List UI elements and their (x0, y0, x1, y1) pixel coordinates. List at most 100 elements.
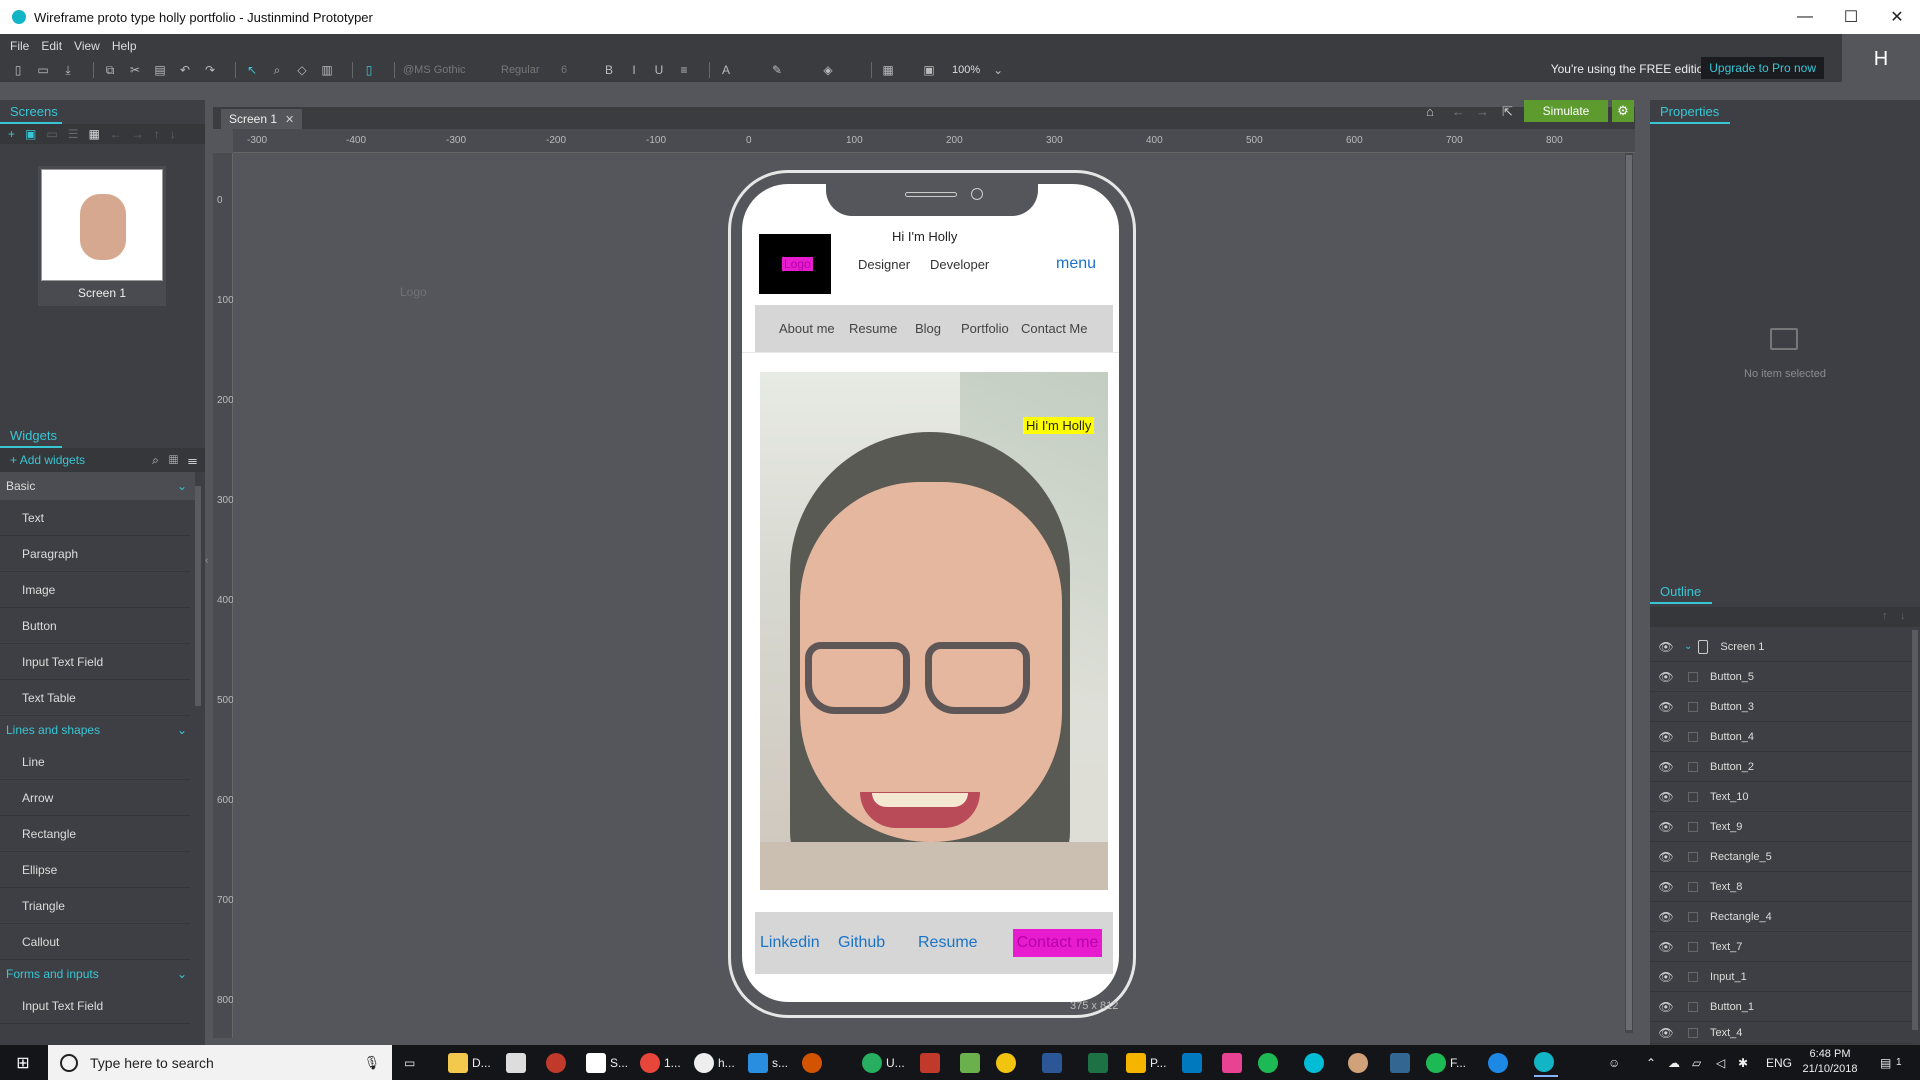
widget-view-icons[interactable]: ⌕ ▦ ☰ (152, 453, 197, 468)
fill-icon[interactable]: ◈ (820, 62, 836, 78)
widget-input-text-field[interactable]: Input Text Field (0, 988, 190, 1024)
bluetooth-icon[interactable]: ✱ (1738, 1045, 1748, 1080)
arrow-left-icon[interactable]: ← (110, 127, 122, 141)
taskbar-app-excel[interactable] (1088, 1049, 1112, 1077)
eye-icon[interactable]: 👁 (1650, 820, 1682, 834)
menu-link[interactable]: menu (1056, 255, 1096, 273)
align-icon[interactable]: ≡ (676, 62, 692, 78)
pointer-icon[interactable]: ↖ (244, 62, 260, 78)
eye-icon[interactable]: 👁 (1650, 910, 1682, 924)
taskbar-app-github[interactable]: h... (694, 1049, 735, 1077)
widget-text-table[interactable]: Text Table (0, 680, 190, 716)
taskbar-app-spotify[interactable] (1258, 1049, 1282, 1077)
back-icon[interactable]: ← (1452, 104, 1465, 119)
maximize-button[interactable]: ☐ (1828, 0, 1874, 34)
footer-github-link[interactable]: Github (838, 934, 885, 952)
category-basic[interactable]: Basic ⌄ (0, 472, 195, 500)
taskbar-app-avatar[interactable] (1348, 1049, 1372, 1077)
onedrive-icon[interactable]: ☁ (1668, 1045, 1680, 1080)
home-icon[interactable]: ⌂ (1426, 104, 1434, 119)
widget-text[interactable]: Text (0, 500, 190, 536)
taskbar-app-mail[interactable] (506, 1049, 530, 1077)
eye-icon[interactable]: 👁 (1650, 1000, 1682, 1014)
nav-blog[interactable]: Blog (915, 321, 941, 336)
minimize-button[interactable]: — (1782, 0, 1828, 34)
taskbar-app-postgres[interactable] (1390, 1049, 1414, 1077)
eraser-icon[interactable]: ◇ (294, 62, 310, 78)
canvas-logo-label[interactable]: Logo (400, 285, 427, 299)
taskbar-app-slack[interactable]: S... (586, 1049, 628, 1077)
taskbar-app-yellow[interactable] (996, 1049, 1020, 1077)
arrow-right-icon[interactable]: → (132, 127, 144, 141)
outline-row[interactable]: 👁 Button_5 (1650, 662, 1912, 692)
lock-checkbox[interactable] (1688, 971, 1698, 982)
font-color-icon[interactable]: A (718, 62, 734, 78)
menu-help[interactable]: Help (112, 39, 137, 53)
widget-line[interactable]: Line (0, 744, 190, 780)
format-painter-icon[interactable]: ▥ (319, 62, 335, 78)
bold-icon[interactable]: B (601, 62, 617, 78)
widget-triangle[interactable]: Triangle (0, 888, 190, 924)
collapse-left-panel-icon[interactable]: ‹ (205, 555, 213, 585)
arrow-up-icon[interactable]: ↑ (154, 127, 160, 141)
simulate-button[interactable]: Simulate (1524, 100, 1608, 122)
taskbar-app-circle[interactable] (546, 1049, 570, 1077)
nav-resume[interactable]: Resume (849, 321, 897, 336)
lock-checkbox[interactable] (1688, 941, 1698, 952)
designer-text[interactable]: Designer (858, 257, 910, 272)
move-down-icon[interactable]: ↓ (1900, 610, 1906, 622)
close-button[interactable]: ✕ (1874, 0, 1920, 34)
logo-text[interactable]: Logo (782, 257, 813, 271)
screen-thumbnail-card[interactable]: Screen 1 (38, 166, 166, 306)
widget-arrow[interactable]: Arrow (0, 780, 190, 816)
taskbar-app-powerpoint[interactable]: P... (1126, 1049, 1166, 1077)
taskbar-app-explorer[interactable]: D... (448, 1049, 491, 1077)
add-widgets-button[interactable]: + Add widgets (10, 453, 85, 467)
eye-icon[interactable]: 👁 (1650, 970, 1682, 984)
lock-checkbox[interactable] (1688, 701, 1698, 712)
arrow-down-icon[interactable]: ↓ (170, 127, 176, 141)
taskbar-search[interactable]: Type here to search 🎙 (48, 1045, 392, 1080)
lock-checkbox[interactable] (1688, 1001, 1698, 1012)
developer-text[interactable]: Developer (930, 257, 989, 272)
widgets-panel-title[interactable]: Widgets (0, 424, 62, 448)
lock-checkbox[interactable] (1688, 761, 1698, 772)
redo-icon[interactable]: ↷ (202, 62, 218, 78)
taskbar-clock[interactable]: 6:48 PM 21/10/2018 (1800, 1047, 1860, 1077)
undo-icon[interactable]: ↶ (177, 62, 193, 78)
forward-icon[interactable]: → (1476, 104, 1489, 119)
underline-icon[interactable]: U (651, 62, 667, 78)
move-up-icon[interactable]: ↑ (1882, 610, 1888, 622)
category-forms-inputs[interactable]: Forms and inputs ⌄ (0, 960, 195, 988)
eye-icon[interactable]: 👁 (1650, 670, 1682, 684)
eye-icon[interactable]: 👁 (1650, 700, 1682, 714)
screens-panel-title[interactable]: Screens (0, 100, 62, 124)
outline-row[interactable]: 👁 Button_1 (1650, 992, 1912, 1022)
category-lines-shapes[interactable]: Lines and shapes ⌄ (0, 716, 195, 744)
outline-row[interactable]: 👁 Button_3 (1650, 692, 1912, 722)
taskbar-app-word[interactable] (1042, 1049, 1066, 1077)
footer-linkedin-link[interactable]: Linkedin (760, 934, 820, 952)
eye-icon[interactable]: 👁 (1650, 1026, 1682, 1040)
properties-panel-title[interactable]: Properties (1650, 100, 1730, 124)
taskbar-app-vscode[interactable]: s... (748, 1049, 788, 1077)
zoom-level-select[interactable]: 100% (952, 64, 980, 76)
add-screen-icon[interactable]: + (8, 127, 15, 141)
chevron-down-icon[interactable]: ⌄ (1684, 641, 1692, 652)
nav-contact-me[interactable]: Contact Me (1021, 321, 1087, 336)
pen-icon[interactable]: ✎ (769, 62, 785, 78)
outline-row[interactable]: 👁 Text_10 (1650, 782, 1912, 812)
cut-icon[interactable]: ✂ (127, 62, 143, 78)
taskbar-app-trello[interactable] (1182, 1049, 1206, 1077)
nav-about-me[interactable]: About me (779, 321, 835, 336)
group-icon[interactable]: ▣ (921, 62, 937, 78)
font-size-select[interactable]: 6 (561, 62, 591, 78)
taskbar-app-c[interactable] (1304, 1049, 1328, 1077)
outline-row[interactable]: 👁 Input_1 (1650, 962, 1912, 992)
paste-icon[interactable]: ▤ (152, 62, 168, 78)
tab-screen-1[interactable]: Screen 1 ✕ (221, 109, 303, 129)
menu-edit[interactable]: Edit (41, 39, 62, 53)
image-screen-icon[interactable]: ▣ (25, 127, 36, 141)
taskbar-app-u[interactable]: U... (862, 1049, 905, 1077)
taskbar-app-red[interactable] (920, 1049, 944, 1077)
